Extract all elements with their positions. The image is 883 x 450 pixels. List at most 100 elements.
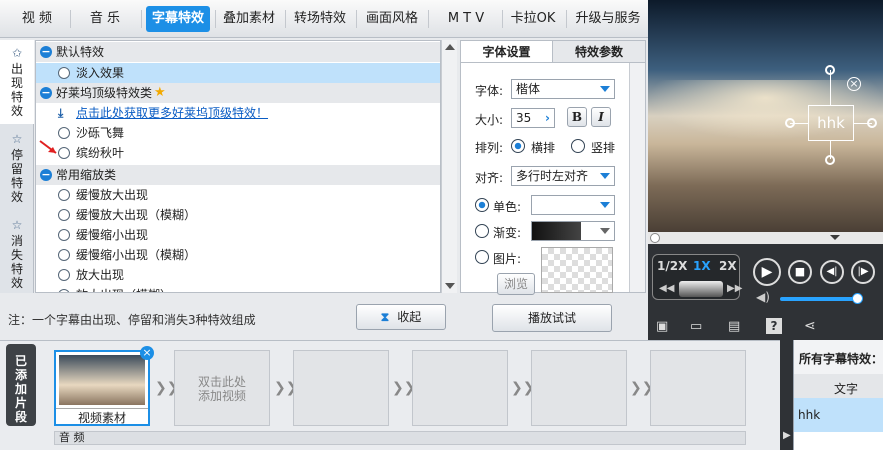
tab-transitions[interactable]: 转场特效	[288, 6, 352, 32]
jog-wheel[interactable]	[679, 281, 723, 297]
tab-disappear-effects[interactable]: ☆ 消失特效	[0, 212, 34, 292]
subtitle-text-box[interactable]: hhk	[808, 105, 854, 141]
tab-stay-effects[interactable]: ☆ 停留特效	[0, 126, 34, 210]
chevron-down-icon	[600, 173, 610, 179]
tab-upgrade[interactable]: 升级与服务	[570, 6, 646, 32]
panel-toggle[interactable]: ▶	[780, 340, 793, 450]
list-item[interactable]: 缓慢放大出现（模糊）	[36, 205, 440, 225]
rotate-handle[interactable]	[825, 65, 835, 75]
speed-half[interactable]: 1/2X	[657, 259, 687, 273]
effects-note: 注：一个字幕由出现、停留和消失3种特效组成	[8, 313, 256, 327]
settings-scrollbar[interactable]	[629, 63, 645, 292]
play-preview-button[interactable]: 播放试试	[492, 304, 612, 332]
list-item[interactable]: 沙砾飞舞	[36, 123, 440, 143]
radio-icon	[58, 209, 70, 221]
image-preview	[541, 247, 613, 293]
player-controls: 1/2X 1X 2X ◀◀ ▶▶ ▶ ■ ◀| |▶ ◀)	[648, 232, 883, 317]
collapse-button[interactable]: ⧗ 收起	[356, 304, 446, 330]
video-preview[interactable]: hhk ×	[648, 0, 883, 232]
help-icon[interactable]: ?	[766, 318, 782, 334]
panel-title: 所有字幕特效：	[794, 340, 883, 374]
radio-horizontal[interactable]	[511, 139, 525, 153]
chevron-down-icon[interactable]	[830, 235, 840, 240]
radio-vertical[interactable]	[571, 139, 585, 153]
next-frame-icon[interactable]: |▶	[851, 260, 875, 284]
list-item[interactable]: 缤纷秋叶	[36, 143, 440, 163]
speed-panel: 1/2X 1X 2X ◀◀ ▶▶	[652, 254, 742, 300]
speed-normal[interactable]: 1X	[693, 259, 711, 273]
bold-button[interactable]: B	[567, 107, 587, 127]
list-item[interactable]: 淡入效果	[36, 63, 440, 83]
progress-handle[interactable]	[650, 233, 660, 243]
clip-thumbnail	[59, 355, 145, 405]
fast-forward-icon[interactable]: ▶▶	[727, 283, 742, 294]
audio-track[interactable]: 音 频	[54, 431, 746, 445]
align-select[interactable]: 多行时左对齐	[511, 166, 615, 186]
list-item[interactable]: 缓慢缩小出现（模糊）	[36, 245, 440, 265]
empty-slot[interactable]	[412, 350, 508, 426]
new-icon[interactable]: ▣	[656, 319, 668, 334]
tab-font-settings[interactable]: 字体设置	[461, 41, 553, 63]
folder-icon[interactable]: ▭	[690, 319, 702, 334]
resize-handle[interactable]	[785, 118, 795, 128]
list-item[interactable]: 缓慢缩小出现	[36, 225, 440, 245]
radio-image[interactable]	[475, 250, 489, 264]
star-outline-icon: ☆	[11, 218, 23, 232]
empty-slot[interactable]	[531, 350, 627, 426]
resize-handle[interactable]	[825, 155, 835, 165]
tab-karaoke[interactable]: 卡拉OK	[504, 6, 562, 32]
play-icon[interactable]: ▶	[753, 258, 781, 286]
tab-video[interactable]: 视 频	[8, 6, 66, 32]
volume-slider[interactable]	[780, 297, 860, 301]
solid-color-select[interactable]	[531, 195, 615, 215]
tab-effect-params[interactable]: 特效参数	[553, 41, 645, 63]
tab-appear-effects[interactable]: ✩ 出现特效	[0, 40, 34, 124]
size-input[interactable]: 35 ›	[511, 108, 555, 128]
radio-icon	[58, 249, 70, 261]
radio-gradient[interactable]	[475, 224, 489, 238]
share-icon[interactable]: ⋖	[804, 318, 816, 334]
empty-slot[interactable]	[650, 350, 746, 426]
vertical-label: 竖排	[591, 141, 616, 155]
tab-overlay[interactable]: 叠加素材	[218, 6, 280, 32]
list-item[interactable]: 缓慢放大出现	[36, 185, 440, 205]
progress-bar[interactable]	[648, 232, 883, 244]
list-item[interactable]: 放大出现	[36, 265, 440, 285]
stop-icon[interactable]: ■	[788, 260, 812, 284]
close-icon[interactable]: ×	[847, 77, 861, 91]
collapse-icon[interactable]: −	[40, 46, 52, 58]
resize-handle[interactable]	[867, 118, 877, 128]
category-zoom[interactable]: − 常用缩放类	[36, 165, 440, 185]
effect-list-scrollbar[interactable]	[441, 40, 457, 293]
add-video-slot[interactable]: 双击此处添加视频	[174, 350, 270, 426]
volume-handle[interactable]	[852, 293, 863, 304]
list-item[interactable]: 放大出现（模糊）	[36, 285, 440, 292]
font-select[interactable]: 楷体	[511, 79, 615, 99]
browse-button[interactable]: 浏览	[497, 273, 535, 295]
category-hollywood[interactable]: − 好莱坞顶级特效类 ★	[36, 83, 440, 103]
category-default[interactable]: − 默认特效	[36, 42, 440, 62]
collapse-icon[interactable]: −	[40, 169, 52, 181]
gradient-select[interactable]	[531, 221, 615, 241]
tab-subtitle-effects[interactable]: 字幕特效	[146, 6, 210, 32]
added-clips-tab[interactable]: 已添加片段	[6, 344, 36, 426]
italic-button[interactable]: I	[591, 107, 611, 127]
radio-icon	[58, 189, 70, 201]
rewind-icon[interactable]: ◀◀	[659, 283, 674, 294]
red-arrow-icon	[39, 140, 57, 154]
volume-icon[interactable]: ◀)	[756, 290, 770, 304]
tab-mtv[interactable]: M T V	[434, 6, 498, 32]
tab-music[interactable]: 音 乐	[76, 6, 134, 32]
table-row[interactable]: hhk	[794, 398, 883, 432]
chevron-right-icon: ›	[545, 111, 550, 125]
collapse-icon[interactable]: −	[40, 87, 52, 99]
tab-style[interactable]: 画面风格	[360, 6, 424, 32]
save-icon[interactable]: ▤	[728, 319, 740, 334]
prev-frame-icon[interactable]: ◀|	[820, 260, 844, 284]
empty-slot[interactable]	[293, 350, 389, 426]
remove-clip-icon[interactable]: ×	[140, 346, 154, 360]
more-effects-link[interactable]: 点击此处获取更多好莱坞顶级特效！	[76, 103, 268, 123]
clip-video-material[interactable]: 视频素材 ×	[54, 346, 154, 426]
radio-solid-color[interactable]	[475, 198, 489, 212]
speed-double[interactable]: 2X	[719, 259, 737, 273]
